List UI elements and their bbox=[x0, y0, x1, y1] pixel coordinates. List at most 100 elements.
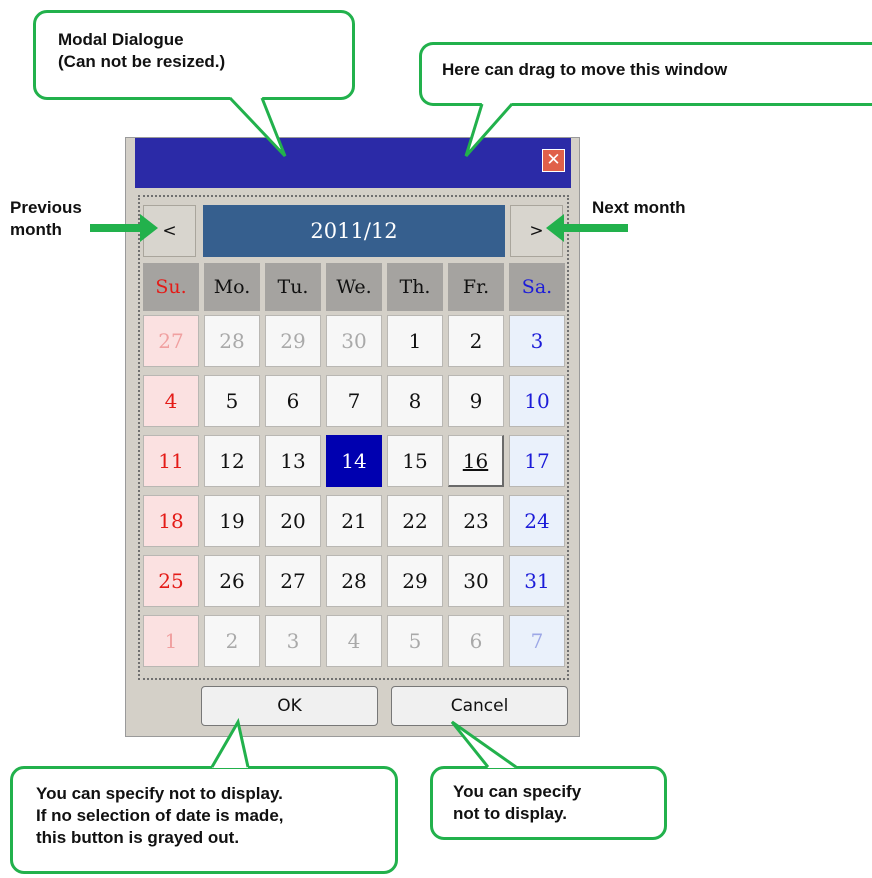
calendar-day[interactable]: 25 bbox=[143, 555, 199, 607]
date-picker-dialog: ✕ < 2011/12 > Su. Mo. Tu. We. Th. Fr. Sa. 27 28… bbox=[125, 137, 580, 737]
calendar-day[interactable]: 13 bbox=[265, 435, 321, 487]
calendar-day[interactable]: 12 bbox=[204, 435, 260, 487]
calendar-day-number: 29 bbox=[402, 569, 428, 593]
previous-month-button[interactable]: < bbox=[143, 205, 196, 257]
calendar-day-number: 2 bbox=[469, 329, 483, 353]
title-bar[interactable]: ✕ bbox=[135, 138, 571, 188]
calendar-day-number: 21 bbox=[341, 509, 367, 533]
calendar-day-number: 11 bbox=[158, 449, 184, 473]
calendar-day[interactable]: 10 bbox=[509, 375, 565, 427]
calendar-day[interactable]: 24 bbox=[509, 495, 565, 547]
calendar-day[interactable]: 8 bbox=[387, 375, 443, 427]
weekday-header: Fr. bbox=[448, 263, 504, 311]
calendar-day[interactable]: 19 bbox=[204, 495, 260, 547]
calendar-day-number: 27 bbox=[280, 569, 306, 593]
weekday-header: We. bbox=[326, 263, 382, 311]
next-month-label: Next month bbox=[592, 198, 686, 217]
calendar-day[interactable]: 4 bbox=[143, 375, 199, 427]
calendar-day-number: 6 bbox=[286, 389, 300, 413]
calendar-day[interactable]: 9 bbox=[448, 375, 504, 427]
calendar-day[interactable]: 26 bbox=[204, 555, 260, 607]
calendar-day[interactable]: 18 bbox=[143, 495, 199, 547]
calendar-day[interactable]: 2 bbox=[204, 615, 260, 667]
calendar-day[interactable]: 17 bbox=[509, 435, 565, 487]
calendar-day-number: 1 bbox=[164, 629, 178, 653]
calendar-day[interactable]: 7 bbox=[326, 375, 382, 427]
calendar-day-number: 5 bbox=[225, 389, 239, 413]
calendar-day[interactable]: 6 bbox=[265, 375, 321, 427]
calendar-day[interactable]: 3 bbox=[509, 315, 565, 367]
month-label: 2011/12 bbox=[203, 205, 505, 257]
modal-callout: Modal Dialogue (Can not be resized.) bbox=[33, 10, 355, 100]
calendar-day-number: 16 bbox=[462, 449, 489, 473]
drag-callout: Here can drag to move this window bbox=[419, 42, 872, 106]
calendar-day-number: 31 bbox=[524, 569, 550, 593]
calendar-day[interactable]: 29 bbox=[387, 555, 443, 607]
calendar-day[interactable]: 6 bbox=[448, 615, 504, 667]
calendar-day-number: 27 bbox=[158, 329, 184, 353]
calendar-day-number: 13 bbox=[280, 449, 306, 473]
next-month-button[interactable]: > bbox=[510, 205, 563, 257]
calendar-day[interactable]: 22 bbox=[387, 495, 443, 547]
calendar-day-number: 29 bbox=[280, 329, 306, 353]
calendar-day[interactable]: 3 bbox=[265, 615, 321, 667]
calendar-day-number: 9 bbox=[469, 389, 483, 413]
calendar-day[interactable]: 1 bbox=[143, 615, 199, 667]
calendar-day[interactable]: 16 bbox=[448, 435, 504, 487]
ok-callout-text: You can specify not to display. If no se… bbox=[36, 784, 284, 847]
calendar-day-number: 7 bbox=[347, 389, 361, 413]
close-icon[interactable]: ✕ bbox=[542, 149, 565, 172]
calendar-day[interactable]: 23 bbox=[448, 495, 504, 547]
calendar-day-number: 15 bbox=[402, 449, 428, 473]
calendar-day[interactable]: 1 bbox=[387, 315, 443, 367]
calendar-day[interactable]: 20 bbox=[265, 495, 321, 547]
calendar-day[interactable]: 7 bbox=[509, 615, 565, 667]
calendar-day-number: 30 bbox=[341, 329, 367, 353]
modal-callout-text: Modal Dialogue (Can not be resized.) bbox=[58, 30, 226, 71]
calendar-day[interactable]: 5 bbox=[204, 375, 260, 427]
calendar-day[interactable]: 11 bbox=[143, 435, 199, 487]
calendar-day-number: 17 bbox=[524, 449, 550, 473]
calendar-day[interactable]: 27 bbox=[265, 555, 321, 607]
calendar-day-number: 18 bbox=[158, 509, 184, 533]
calendar-day-number: 30 bbox=[463, 569, 489, 593]
calendar-day-number: 23 bbox=[463, 509, 489, 533]
calendar-day-number: 5 bbox=[408, 629, 422, 653]
calendar-day[interactable]: 30 bbox=[326, 315, 382, 367]
cancel-button[interactable]: Cancel bbox=[391, 686, 568, 726]
calendar-day[interactable]: 15 bbox=[387, 435, 443, 487]
calendar-day[interactable]: 28 bbox=[204, 315, 260, 367]
ok-callout: You can specify not to display. If no se… bbox=[10, 766, 398, 874]
calendar-day[interactable]: 5 bbox=[387, 615, 443, 667]
calendar-day[interactable]: 28 bbox=[326, 555, 382, 607]
calendar-day-number: 22 bbox=[402, 509, 428, 533]
calendar-day-number: 12 bbox=[219, 449, 245, 473]
calendar-day[interactable]: 2 bbox=[448, 315, 504, 367]
calendar-day[interactable]: 14 bbox=[326, 435, 382, 487]
calendar-day[interactable]: 30 bbox=[448, 555, 504, 607]
calendar-day-number: 20 bbox=[280, 509, 306, 533]
calendar-day-number: 4 bbox=[164, 389, 178, 413]
calendar-day[interactable]: 4 bbox=[326, 615, 382, 667]
calendar-panel: < 2011/12 > Su. Mo. Tu. We. Th. Fr. Sa. 27 28 29… bbox=[138, 195, 569, 680]
calendar-day-number: 7 bbox=[530, 629, 544, 653]
calendar-day-number: 25 bbox=[158, 569, 184, 593]
calendar-day-number: 3 bbox=[530, 329, 544, 353]
calendar-day-number: 6 bbox=[469, 629, 483, 653]
calendar-day[interactable]: 21 bbox=[326, 495, 382, 547]
calendar-day-number: 1 bbox=[408, 329, 422, 353]
cancel-callout-text: You can specify not to display. bbox=[453, 782, 582, 823]
calendar-day-number: 3 bbox=[286, 629, 300, 653]
calendar-day-number: 28 bbox=[219, 329, 245, 353]
calendar-day-number: 24 bbox=[524, 509, 550, 533]
ok-button[interactable]: OK bbox=[201, 686, 378, 726]
calendar-day[interactable]: 31 bbox=[509, 555, 565, 607]
calendar-day-number: 14 bbox=[341, 449, 367, 473]
calendar-day[interactable]: 27 bbox=[143, 315, 199, 367]
weekday-header: Su. bbox=[143, 263, 199, 311]
calendar-day[interactable]: 29 bbox=[265, 315, 321, 367]
calendar-day-number: 19 bbox=[219, 509, 245, 533]
calendar-day-number: 26 bbox=[219, 569, 245, 593]
calendar-day-number: 2 bbox=[225, 629, 239, 653]
calendar-day-number: 28 bbox=[341, 569, 367, 593]
